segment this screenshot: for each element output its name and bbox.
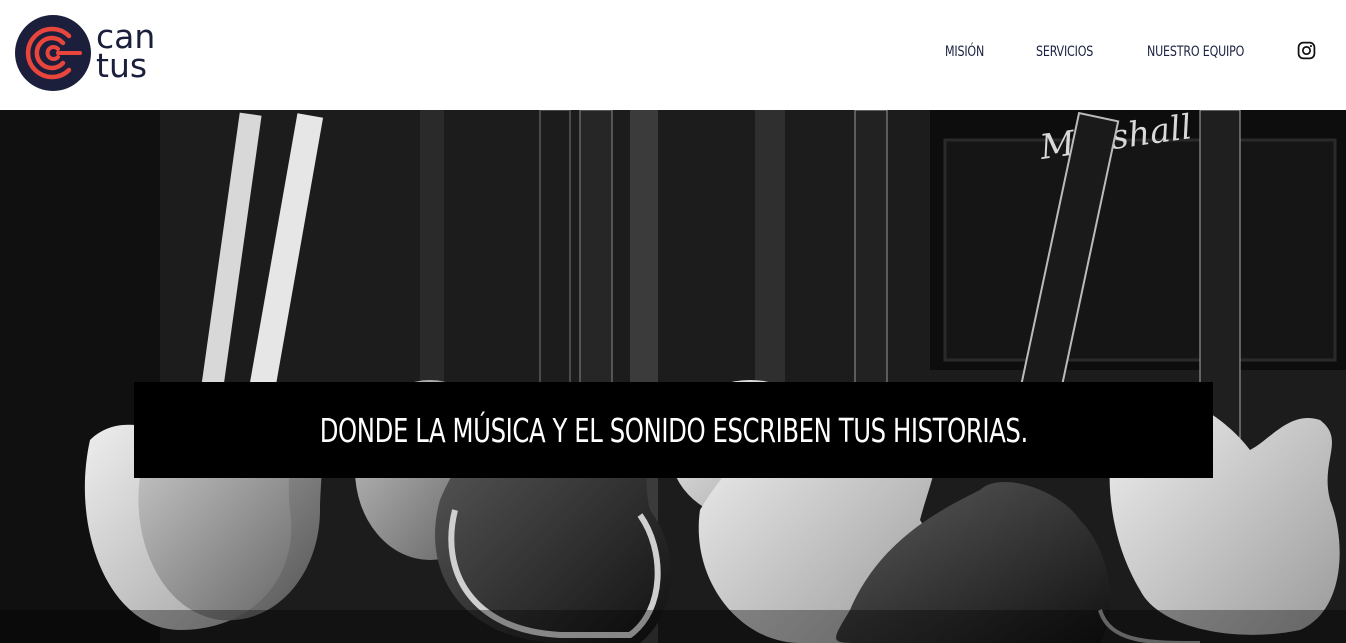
guitars-photo: Marshall bbox=[0, 110, 1346, 643]
nav-link-servicios[interactable]: SERVICIOS bbox=[1036, 44, 1093, 64]
hero-banner: Marshall DONDE LA MÚSICA Y EL SONIDO ESC… bbox=[0, 110, 1346, 643]
hero-tagline-box: DONDE LA MÚSICA Y EL SONIDO ESCRIBEN TUS… bbox=[134, 382, 1213, 478]
logo-line-2: tus bbox=[96, 46, 148, 85]
cantus-logo[interactable]: can tus bbox=[14, 14, 174, 94]
instagram-icon[interactable] bbox=[1297, 41, 1316, 60]
logo-wordmark: can tus bbox=[96, 20, 155, 85]
nav-link-mision[interactable]: MISIÓN bbox=[945, 44, 984, 64]
site-header: can tus MISIÓN SERVICIOS NUESTRO EQUIPO bbox=[0, 0, 1346, 110]
cantus-logo-icon bbox=[15, 15, 91, 91]
hero-tagline: DONDE LA MÚSICA Y EL SONIDO ESCRIBEN TUS… bbox=[319, 410, 1028, 450]
nav-link-nuestro-equipo[interactable]: NUESTRO EQUIPO bbox=[1147, 44, 1244, 64]
